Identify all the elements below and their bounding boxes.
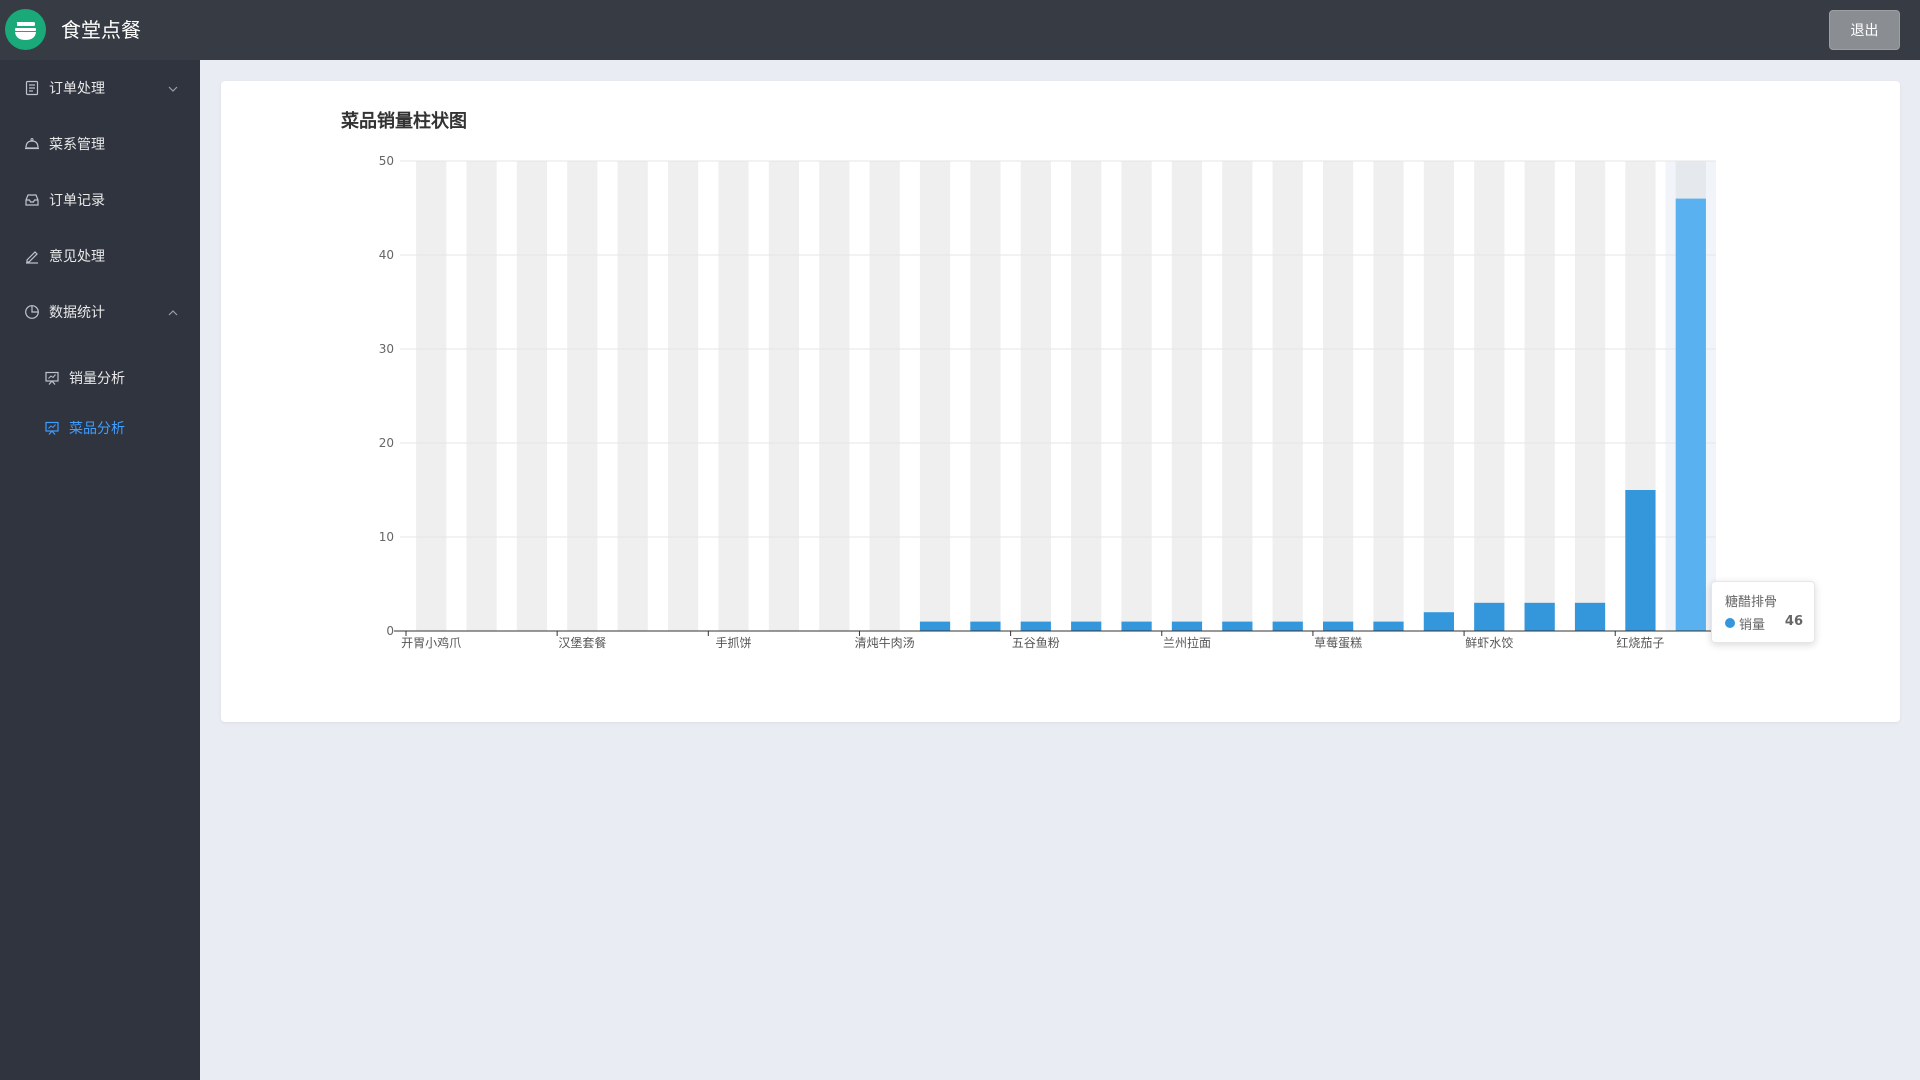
bar-chart: 0 10 20 30 40 50 开胃小鸡爪 汉堡套餐 手抓饼 清炖牛肉汤 五谷鱼粉 兰州拉面 草莓蛋糕… xyxy=(379,154,1716,650)
y-tick-label: 10 xyxy=(379,530,394,544)
bar xyxy=(1323,621,1354,631)
bar-background xyxy=(1071,161,1102,631)
tooltip-series-name: 销量 xyxy=(1739,618,1766,633)
pie-chart-icon xyxy=(24,304,40,320)
bar-background xyxy=(1524,161,1555,631)
y-tick-label: 20 xyxy=(379,436,394,450)
chart-tooltip: 糖醋排骨 销量 46 xyxy=(1711,581,1815,643)
chevron-up-icon xyxy=(166,305,180,319)
x-tick-label: 汉堡套餐 xyxy=(558,635,606,650)
x-tick-label: 开胃小鸡爪 xyxy=(401,635,461,650)
bar-background xyxy=(768,161,799,631)
sidebar-item-label: 菜系管理 xyxy=(49,137,105,153)
bar xyxy=(1373,621,1404,631)
sidebar-subitem-sales-analysis[interactable]: 销量分析 xyxy=(0,353,200,403)
sidebar-subitem-dish-analysis[interactable]: 菜品分析 xyxy=(0,403,200,453)
sidebar-item-label: 数据统计 xyxy=(49,305,105,321)
x-tick-label: 鲜虾水饺 xyxy=(1465,635,1513,650)
sidebar-item-cuisine-management[interactable]: 菜系管理 xyxy=(0,116,200,172)
sidebar-subitem-label: 菜品分析 xyxy=(69,421,125,437)
bar-background xyxy=(567,161,598,631)
bar-background xyxy=(466,161,497,631)
bar-background xyxy=(668,161,699,631)
bar-background xyxy=(1121,161,1152,631)
x-tick-label: 兰州拉面 xyxy=(1163,635,1211,650)
bar-background xyxy=(1373,161,1404,631)
chart-title: 菜品销量柱状图 xyxy=(341,111,467,132)
bar-background xyxy=(416,161,447,631)
sidebar-item-label: 订单处理 xyxy=(49,81,105,97)
tooltip-series-dot xyxy=(1725,618,1735,628)
y-tick-label: 40 xyxy=(379,248,394,262)
bar-background xyxy=(919,161,951,631)
bar-background xyxy=(1323,161,1354,631)
sidebar-subitem-label: 销量分析 xyxy=(69,371,125,387)
bar-background xyxy=(1020,161,1051,631)
bar-background xyxy=(718,161,749,631)
bar xyxy=(1423,612,1454,631)
bar xyxy=(1071,621,1102,631)
bar xyxy=(1675,198,1706,631)
bar-background xyxy=(1574,161,1606,631)
bar-background xyxy=(516,161,548,631)
chart-card: 0 10 20 30 40 50 开胃小鸡爪 汉堡套餐 手抓饼 清炖牛肉汤 五谷鱼粉 兰州拉面 草莓蛋糕… xyxy=(221,81,1900,722)
logout-button[interactable]: 退出 xyxy=(1829,10,1900,50)
bar xyxy=(1625,490,1656,631)
sidebar: 订单处理 菜系管理 订单记录 意见处理 数据统计 销量分析 菜品分析 xyxy=(0,60,200,1080)
y-tick-label: 50 xyxy=(379,154,394,168)
x-tick-label: 草莓蛋糕 xyxy=(1314,636,1362,650)
x-tick-label: 五谷鱼粉 xyxy=(1012,636,1060,650)
pencil-icon xyxy=(24,248,40,264)
bar xyxy=(1474,602,1505,631)
tooltip-value: 46 xyxy=(1784,614,1803,629)
tooltip-category: 糖醋排骨 xyxy=(1725,595,1778,610)
bar-background xyxy=(970,161,1001,631)
x-tick-label: 红烧茄子 xyxy=(1616,635,1664,650)
bar-background xyxy=(1222,161,1253,631)
bar xyxy=(919,621,951,631)
bar xyxy=(1574,602,1606,631)
chevron-down-icon xyxy=(166,81,180,95)
bar-background xyxy=(1272,161,1303,631)
bar xyxy=(1524,602,1555,631)
bar xyxy=(1020,621,1051,631)
bar xyxy=(970,621,1001,631)
x-tick-label: 清炖牛肉汤 xyxy=(855,635,915,650)
dish-cover-icon xyxy=(24,136,40,152)
bar-background xyxy=(1474,161,1505,631)
bar xyxy=(1121,621,1152,631)
app-title: 食堂点餐 xyxy=(61,18,141,42)
sidebar-item-order-processing[interactable]: 订单处理 xyxy=(0,60,200,116)
bar xyxy=(1272,621,1303,631)
presentation-icon xyxy=(44,370,60,386)
sidebar-item-feedback[interactable]: 意见处理 xyxy=(0,228,200,284)
inbox-icon xyxy=(24,192,40,208)
bar-background xyxy=(869,161,900,631)
y-tick-label: 30 xyxy=(379,342,394,356)
sidebar-item-order-records[interactable]: 订单记录 xyxy=(0,172,200,228)
bowl-icon xyxy=(5,9,46,50)
sidebar-item-statistics[interactable]: 数据统计 xyxy=(0,284,200,340)
presentation-icon xyxy=(44,420,60,436)
bar xyxy=(1171,621,1203,631)
x-tick-label: 手抓饼 xyxy=(715,636,751,650)
top-bar: 食堂点餐 退出 xyxy=(0,0,1920,60)
bar-background xyxy=(1171,161,1203,631)
bar-background xyxy=(617,161,648,631)
y-tick-label: 0 xyxy=(386,624,394,638)
bar xyxy=(1222,621,1253,631)
document-icon xyxy=(24,80,40,96)
bar-background xyxy=(819,161,850,631)
bar-background xyxy=(1423,161,1454,631)
sidebar-item-label: 订单记录 xyxy=(49,193,105,209)
sidebar-item-label: 意见处理 xyxy=(49,249,105,265)
